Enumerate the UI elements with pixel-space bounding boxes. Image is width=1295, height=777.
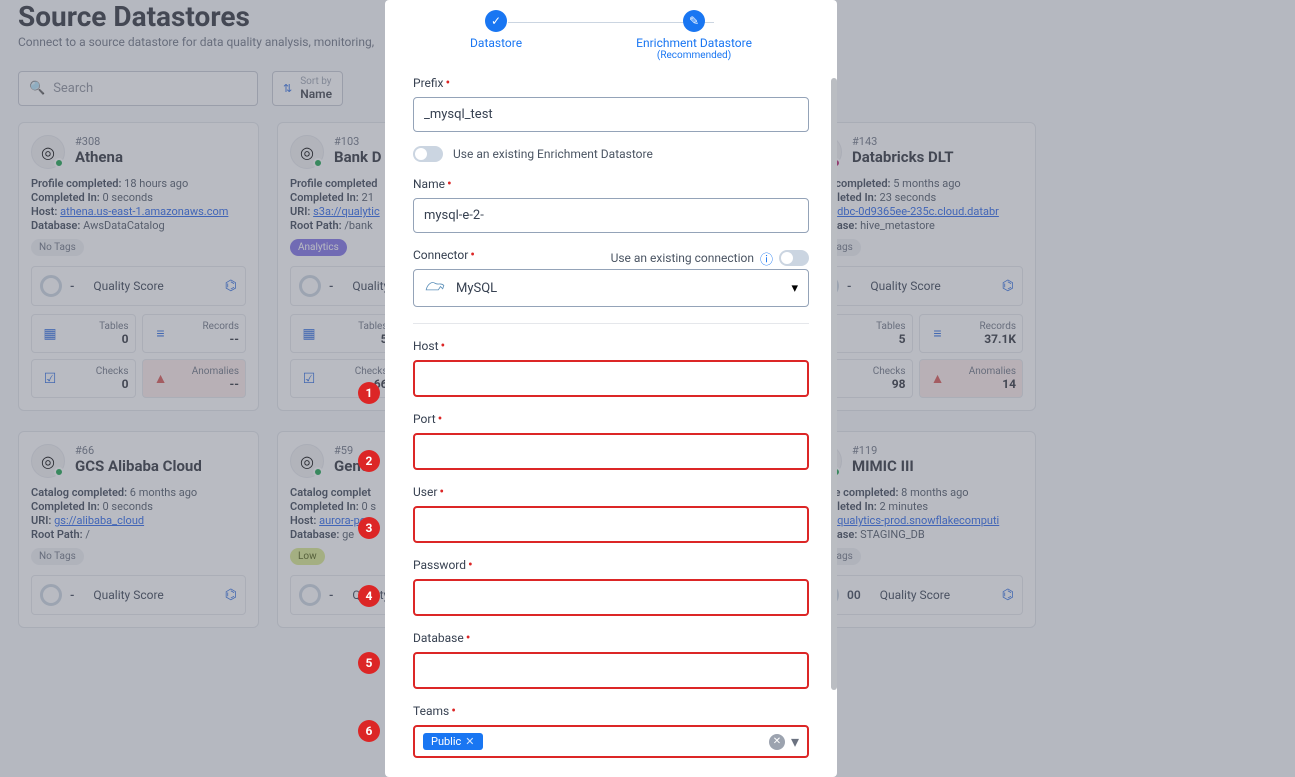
annotation-5: 5: [358, 652, 380, 674]
annotation-1: 1: [358, 382, 380, 404]
user-input[interactable]: [413, 506, 809, 543]
info-icon[interactable]: ⓘ: [760, 249, 773, 268]
annotation-2: 2: [358, 450, 380, 472]
port-label: Port•: [413, 411, 809, 427]
host-input[interactable]: [413, 360, 809, 397]
password-label: Password•: [413, 557, 809, 573]
teams-label: Teams•: [413, 703, 809, 719]
port-input[interactable]: [413, 433, 809, 470]
connector-select[interactable]: MySQL ▾: [413, 269, 809, 307]
mysql-icon: [424, 277, 446, 299]
existing-enrichment-toggle[interactable]: [413, 146, 443, 162]
name-input[interactable]: [413, 198, 809, 233]
chevron-down-icon[interactable]: ▾: [791, 732, 799, 751]
chip-remove-icon[interactable]: ✕: [465, 735, 474, 748]
modal-scrollbar[interactable]: [831, 78, 837, 690]
database-label: Database•: [413, 630, 809, 646]
connector-value: MySQL: [456, 281, 497, 296]
step-enrichment[interactable]: ✎ Enrichment Datastore (Recommended): [636, 10, 752, 61]
prefix-label: Prefix•: [413, 75, 809, 91]
connector-label: Connector•: [413, 247, 475, 263]
edit-icon: ✎: [683, 10, 705, 32]
existing-connection-toggle[interactable]: [779, 250, 809, 266]
step-datastore[interactable]: ✓ Datastore: [470, 10, 522, 50]
host-label: Host•: [413, 338, 809, 354]
existing-connection-label: Use an existing connection: [611, 251, 754, 265]
toggle-label: Use an existing Enrichment Datastore: [453, 147, 653, 161]
annotation-3: 3: [358, 517, 380, 539]
step-label: Datastore: [470, 36, 522, 50]
teams-select[interactable]: Public✕ ✕ ▾: [413, 725, 809, 758]
check-icon: ✓: [485, 10, 507, 32]
chevron-down-icon: ▾: [791, 281, 798, 296]
team-chip-public[interactable]: Public✕: [423, 733, 483, 750]
clear-icon[interactable]: ✕: [769, 734, 785, 750]
name-label: Name•: [413, 176, 809, 192]
annotation-4: 4: [358, 585, 380, 607]
prefix-input[interactable]: [413, 97, 809, 132]
database-input[interactable]: [413, 652, 809, 689]
add-datastore-modal: ✓ Datastore ✎ Enrichment Datastore (Reco…: [385, 0, 837, 777]
password-input[interactable]: [413, 579, 809, 616]
user-label: User•: [413, 484, 809, 500]
step-sublabel: (Recommended): [636, 50, 752, 61]
annotation-6: 6: [358, 720, 380, 742]
step-label: Enrichment Datastore: [636, 36, 752, 50]
